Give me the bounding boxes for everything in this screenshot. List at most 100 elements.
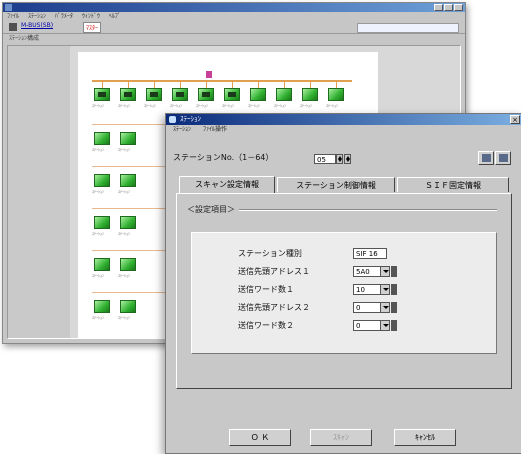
station-node-icon[interactable] xyxy=(198,88,214,101)
app-icon xyxy=(5,4,12,11)
apply-button[interactable]: ｽｷｬﾝ xyxy=(310,429,372,446)
station-node-label: ｽﾃｰｼｮﾝ xyxy=(92,189,104,194)
station-node-icon[interactable] xyxy=(94,132,110,145)
send-words-2-field[interactable]: 0 xyxy=(353,320,381,331)
station-node-icon[interactable] xyxy=(120,132,136,145)
close-button[interactable] xyxy=(454,4,463,11)
station-number-label: ステーションNo.（1－64） xyxy=(173,153,274,162)
settings-group: ステーション種別 SIF 16 送信先頭アドレス１ 5A0 送信ワード数１ 10… xyxy=(191,232,497,354)
menu-item-parameter[interactable]: ﾊﾟﾗﾒｰﾀ xyxy=(55,13,73,20)
station-number-spinner[interactable] xyxy=(336,154,343,164)
tab-sif-fixed[interactable]: ＳＩＦ固定情報 xyxy=(397,177,509,192)
toolbar-button[interactable] xyxy=(9,23,17,31)
field-label-send-words-1: 送信ワード数１ xyxy=(238,285,294,294)
maximize-button[interactable] xyxy=(444,4,453,11)
menu-item-window[interactable]: ｳｨﾝﾄﾞｳ xyxy=(82,13,100,20)
bus-drop-line xyxy=(336,80,337,88)
group-divider xyxy=(239,209,497,211)
send-address-1-dropdown-icon[interactable] xyxy=(380,266,390,277)
send-words-1-field[interactable]: 10 xyxy=(353,284,381,295)
send-words-2-spinner[interactable] xyxy=(391,320,397,331)
station-node-icon[interactable] xyxy=(94,88,110,101)
write-icon[interactable] xyxy=(495,151,511,165)
station-node-icon[interactable] xyxy=(302,88,318,101)
station-node-label: ｽﾃｰｼｮﾝ xyxy=(170,103,182,108)
dialog-title: ｽﾃｰｼｮﾝ xyxy=(180,115,201,123)
station-node-icon[interactable] xyxy=(94,300,110,313)
tab-station-control[interactable]: ステーション制御情報 xyxy=(277,177,395,192)
path-bar: ｽﾃｰｼｮﾝ構成 xyxy=(3,33,465,43)
dialog-menu-file[interactable]: ﾌｧｲﾙ操作 xyxy=(203,126,227,133)
station-node-label: ｽﾃｰｼｮﾝ xyxy=(118,189,130,194)
read-icon[interactable] xyxy=(478,151,494,165)
bus-drop-line xyxy=(128,80,129,88)
menu-item-station[interactable]: ｽﾃｰｼｮﾝ xyxy=(28,13,46,20)
bus-drop-line xyxy=(180,80,181,88)
station-node-icon[interactable] xyxy=(224,88,240,101)
station-node-icon[interactable] xyxy=(120,300,136,313)
dialog-menu-station[interactable]: ｽﾃｰｼｮﾝ xyxy=(173,126,191,133)
station-number-input[interactable]: 05 xyxy=(314,154,336,164)
station-node-icon[interactable] xyxy=(328,88,344,101)
station-node-icon[interactable] xyxy=(276,88,292,101)
send-address-1-field[interactable]: 5A0 xyxy=(353,266,381,277)
station-node-icon[interactable] xyxy=(146,88,162,101)
station-node-icon[interactable] xyxy=(94,258,110,271)
dialog-menu-bar: ｽﾃｰｼｮﾝ ﾌｧｲﾙ操作 xyxy=(166,125,521,135)
send-address-2-field[interactable]: 0 xyxy=(353,302,381,313)
send-address-1-spinner[interactable] xyxy=(391,266,397,277)
station-node-label: ｽﾃｰｼｮﾝ xyxy=(118,273,130,278)
ok-button[interactable]: Ｏ Ｋ xyxy=(229,429,291,446)
station-node-label: ｽﾃｰｼｮﾝ xyxy=(92,147,104,152)
station-node-label: ｽﾃｰｼｮﾝ xyxy=(92,273,104,278)
station-number-spinner-2[interactable] xyxy=(344,154,351,164)
bus-drop-line xyxy=(154,80,155,88)
toolbar-field[interactable] xyxy=(357,23,459,33)
menu-item-file[interactable]: ﾌｧｲﾙ xyxy=(7,13,19,20)
station-node-icon[interactable] xyxy=(250,88,266,101)
menu-item-help[interactable]: ﾍﾙﾌﾟ xyxy=(109,13,121,20)
dialog-close-button[interactable]: × xyxy=(510,115,520,124)
dialog-icon xyxy=(169,116,176,123)
toolbar-tag[interactable]: ﾏｽﾀｰ xyxy=(83,22,102,33)
left-panel xyxy=(8,46,70,338)
station-node-icon[interactable] xyxy=(120,216,136,229)
station-node-label: ｽﾃｰｼｮﾝ xyxy=(118,231,130,236)
dialog-title-bar: ｽﾃｰｼｮﾝ × xyxy=(166,114,521,125)
station-settings-dialog: ｽﾃｰｼｮﾝ × ｽﾃｰｼｮﾝ ﾌｧｲﾙ操作 ステーションNo.（1－64） 0… xyxy=(165,113,521,454)
send-address-2-dropdown-icon[interactable] xyxy=(380,302,390,313)
station-node-icon[interactable] xyxy=(94,216,110,229)
cancel-button[interactable]: ｷｬﾝｾﾙ xyxy=(394,429,456,446)
station-node-icon[interactable] xyxy=(172,88,188,101)
send-words-2-dropdown-icon[interactable] xyxy=(380,320,390,331)
master-station-icon[interactable] xyxy=(206,71,212,78)
bus-line xyxy=(92,80,352,82)
station-node-icon[interactable] xyxy=(120,258,136,271)
tab-panel: ＜設定項目＞ ステーション種別 SIF 16 送信先頭アドレス１ 5A0 送信ワ… xyxy=(176,193,512,389)
station-node-icon[interactable] xyxy=(120,88,136,101)
station-node-icon[interactable] xyxy=(120,174,136,187)
station-type-field[interactable]: SIF 16 xyxy=(353,248,387,259)
send-words-1-spinner[interactable] xyxy=(391,284,397,295)
field-label-send-address-1: 送信先頭アドレス１ xyxy=(238,267,310,276)
station-node-label: ｽﾃｰｼｮﾝ xyxy=(274,103,286,108)
send-address-2-spinner[interactable] xyxy=(391,302,397,313)
station-node-label: ｽﾃｰｼｮﾝ xyxy=(196,103,208,108)
station-node-label: ｽﾃｰｼｮﾝ xyxy=(92,231,104,236)
back-menu-bar: ﾌｧｲﾙ ｽﾃｰｼｮﾝ ﾊﾟﾗﾒｰﾀ ｳｨﾝﾄﾞｳ ﾍﾙﾌﾟ xyxy=(3,12,465,21)
minimize-button[interactable] xyxy=(434,4,443,11)
bus-drop-line xyxy=(232,80,233,88)
station-node-label: ｽﾃｰｼｮﾝ xyxy=(144,103,156,108)
field-label-station-type: ステーション種別 xyxy=(238,249,302,258)
toolbar-link[interactable]: M-BUS(SB) xyxy=(21,22,53,29)
station-node-label: ｽﾃｰｼｮﾝ xyxy=(92,315,104,320)
station-node-label: ｽﾃｰｼｮﾝ xyxy=(92,103,104,108)
group-title: ＜設定項目＞ xyxy=(187,205,235,214)
bus-drop-line xyxy=(206,80,207,88)
field-label-send-address-2: 送信先頭アドレス２ xyxy=(238,303,310,312)
station-node-label: ｽﾃｰｼｮﾝ xyxy=(118,315,130,320)
station-node-icon[interactable] xyxy=(94,174,110,187)
window-controls xyxy=(433,4,463,14)
tab-scan-settings[interactable]: スキャン設定情報 xyxy=(179,176,275,193)
send-words-1-dropdown-icon[interactable] xyxy=(380,284,390,295)
